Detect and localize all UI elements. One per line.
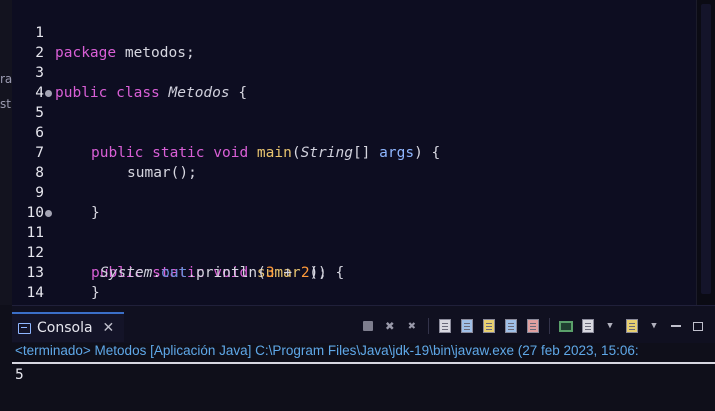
minimize-icon: [671, 325, 681, 327]
code-line[interactable]: 5 public static void main(String[] args)…: [12, 83, 696, 161]
maximize-button[interactable]: [689, 317, 707, 335]
display-selected-console-button[interactable]: [579, 317, 597, 335]
tab-label: Consola: [37, 320, 93, 336]
fold-marker-icon[interactable]: [45, 90, 52, 97]
console-divider: [12, 362, 715, 364]
code-line[interactable]: 10: [12, 183, 696, 221]
chevron-down-icon[interactable]: ▼: [601, 317, 619, 335]
console-tab-bar: Consola ✕ ✖ ✖ ▼ ▼: [12, 305, 715, 343]
show-on-stdout-button[interactable]: [502, 317, 520, 335]
terminate-button[interactable]: [359, 317, 377, 335]
explorer-fragment: st: [0, 97, 11, 111]
remove-launch-button[interactable]: ✖: [381, 317, 399, 335]
code-line[interactable]: 7 sumar();: [12, 123, 696, 181]
fold-marker-icon[interactable]: [45, 210, 52, 217]
open-console-button[interactable]: [623, 317, 641, 335]
code-line[interactable]: 14: [12, 263, 696, 301]
console-toolbar: ✖ ✖ ▼ ▼: [359, 316, 707, 336]
chevron-down-icon[interactable]: ▼: [645, 317, 663, 335]
close-icon[interactable]: ✕: [103, 320, 115, 336]
editor-vertical-scrollbar[interactable]: [696, 0, 715, 305]
display-icon: [582, 319, 594, 333]
code-line[interactable]: 8: [12, 143, 696, 181]
stderr-icon: [527, 319, 539, 333]
code-line[interactable]: 11 public static void sumar () {: [12, 203, 696, 281]
code-line[interactable]: 6: [12, 103, 696, 141]
code-line[interactable]: 4: [12, 63, 696, 101]
minimize-button[interactable]: [667, 317, 685, 335]
explorer-fragment: ra: [0, 72, 12, 86]
new-console-icon: [626, 319, 638, 333]
lock-document-icon: [461, 319, 473, 333]
maximize-icon: [693, 321, 703, 331]
code-line[interactable]: 13 }: [12, 243, 696, 301]
code-line[interactable]: 12 System.out.println(3 + 2);: [12, 223, 696, 281]
code-line[interactable]: 15 }: [12, 283, 696, 303]
scrollbar-thumb[interactable]: [701, 4, 711, 294]
code-line[interactable]: 3 public class Metodos {: [12, 43, 696, 101]
code-editor[interactable]: 1 package metodos; 2 3 public class Meto…: [12, 0, 715, 305]
document-icon: [439, 319, 451, 333]
console-view: Consola ✕ ✖ ✖ ▼ ▼ <terminado> Metodos [A…: [12, 305, 715, 411]
show-console-output-button[interactable]: [436, 317, 454, 335]
tab-console[interactable]: Consola ✕: [12, 312, 125, 342]
pin-console-button[interactable]: [557, 317, 575, 335]
toolbar-separator: [549, 318, 550, 334]
process-status: <terminado> Metodos [Aplicación Java] C:…: [15, 343, 639, 358]
stop-icon: [363, 321, 373, 331]
word-wrap-button[interactable]: [480, 317, 498, 335]
monitor-icon: [559, 320, 573, 332]
stdout-icon: [505, 319, 517, 333]
code-line[interactable]: 1 package metodos;: [12, 3, 696, 61]
package-explorer-edge: ra st: [0, 0, 12, 305]
code-line[interactable]: 2: [12, 23, 696, 61]
code-line[interactable]: 9 }: [12, 163, 696, 221]
scroll-lock-button[interactable]: [458, 317, 476, 335]
console-icon: [18, 322, 31, 334]
show-on-stderr-button[interactable]: [524, 317, 542, 335]
toolbar-separator: [428, 318, 429, 334]
remove-all-terminated-button[interactable]: ✖: [403, 317, 421, 335]
console-output[interactable]: 5: [15, 363, 24, 387]
wrap-document-icon: [483, 319, 495, 333]
